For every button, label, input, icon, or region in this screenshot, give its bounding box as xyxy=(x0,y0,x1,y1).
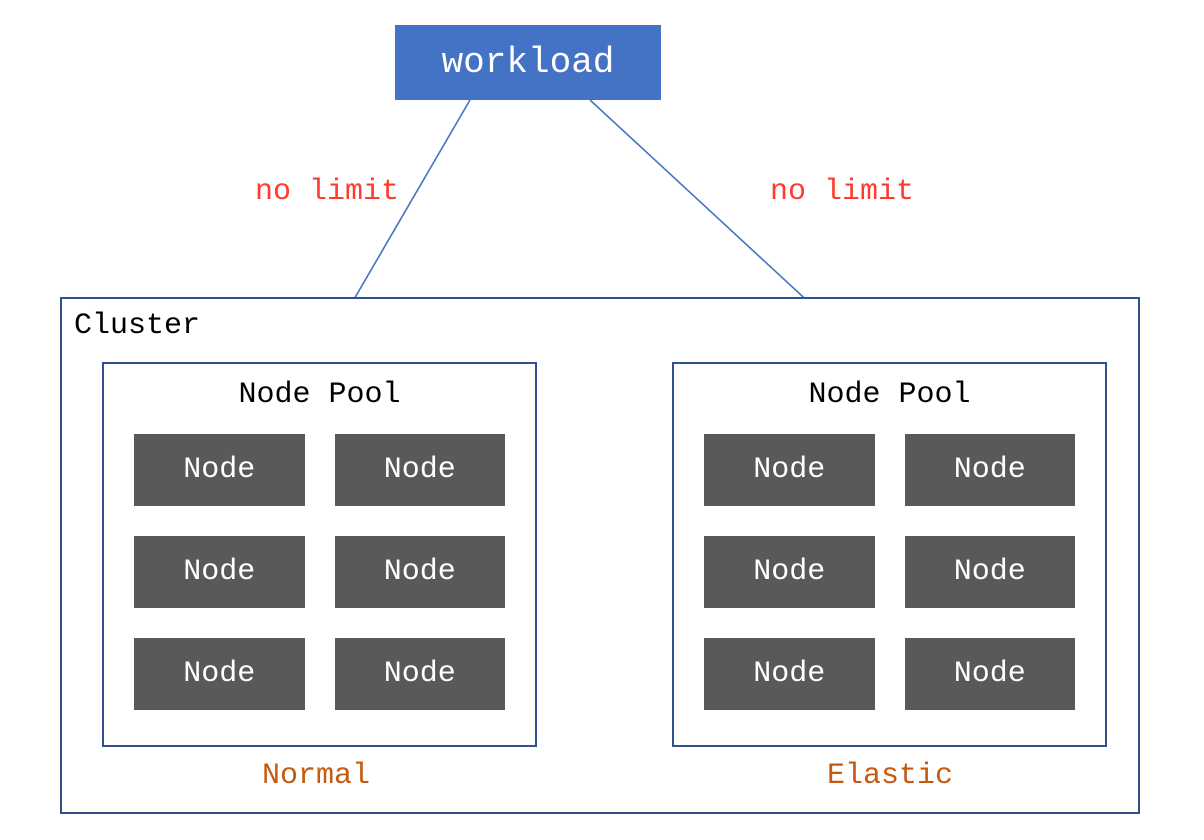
workload-box: workload xyxy=(395,25,661,100)
node-box: Node xyxy=(704,434,875,506)
cluster-box: Cluster Node Pool Node Node Node Node No… xyxy=(60,297,1140,814)
cluster-label: Cluster xyxy=(74,309,200,343)
node-box: Node xyxy=(335,536,506,608)
nodepool-right-title: Node Pool xyxy=(674,378,1105,412)
node-box: Node xyxy=(335,638,506,710)
edge-label-left: no limit xyxy=(255,175,399,209)
edge-label-right: no limit xyxy=(770,175,914,209)
node-box: Node xyxy=(704,638,875,710)
nodepool-right-grid: Node Node Node Node Node Node xyxy=(674,412,1105,740)
node-box: Node xyxy=(134,434,305,506)
diagram-canvas: workload no limit no limit Cluster Node … xyxy=(0,0,1204,840)
node-box: Node xyxy=(335,434,506,506)
node-box: Node xyxy=(905,434,1076,506)
nodepool-left-title: Node Pool xyxy=(104,378,535,412)
nodepool-left: Node Pool Node Node Node Node Node Node xyxy=(102,362,537,747)
nodepool-left-grid: Node Node Node Node Node Node xyxy=(104,412,535,740)
node-box: Node xyxy=(905,638,1076,710)
node-box: Node xyxy=(704,536,875,608)
workload-label: workload xyxy=(442,42,615,83)
nodepool-right: Node Pool Node Node Node Node Node Node xyxy=(672,362,1107,747)
node-box: Node xyxy=(905,536,1076,608)
pool-caption-right: Elastic xyxy=(827,759,953,793)
pool-caption-left: Normal xyxy=(262,759,370,793)
node-box: Node xyxy=(134,638,305,710)
node-box: Node xyxy=(134,536,305,608)
